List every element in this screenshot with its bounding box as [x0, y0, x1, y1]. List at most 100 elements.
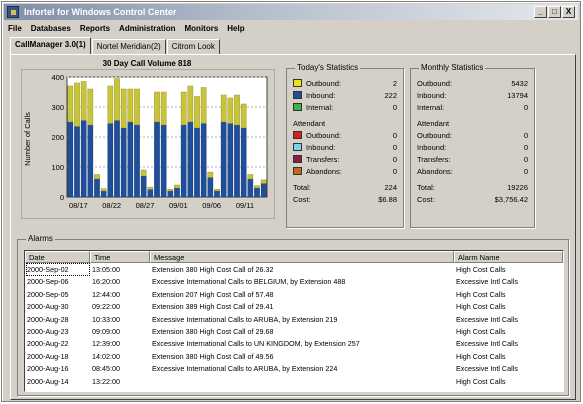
table-row[interactable]: 2000-Sep-02 13:05:00 Extension 380 High Co…	[25, 263, 563, 276]
bar-inbound	[74, 126, 80, 198]
bar-inbound	[147, 189, 154, 198]
monthly-attendant-abandons-value: 0	[523, 167, 528, 176]
today-total-label: Total:	[293, 182, 311, 193]
monthly-outbound-value: 5432	[511, 79, 528, 88]
menu-reports[interactable]: Reports	[80, 22, 110, 36]
bar-outbound	[127, 88, 134, 123]
tab-citrom-look[interactable]: Citrom Look	[166, 39, 220, 54]
menu-file[interactable]: File	[8, 22, 22, 36]
alarm-table[interactable]: Date Time Message Alarm Name 2000-Sep-02…	[24, 250, 564, 392]
bar-inbound	[94, 178, 100, 198]
tab-panel: 30 Day Call Volume 818 Number of Calls 4…	[10, 54, 576, 400]
column-header-date[interactable]: Date	[25, 251, 90, 263]
bar-outbound	[107, 85, 114, 124]
minimize-button[interactable]: _	[534, 6, 547, 18]
today-inbound-label: Inbound:	[293, 90, 335, 101]
bar-outbound	[227, 97, 234, 124]
bar-inbound	[247, 178, 254, 198]
table-row[interactable]: 2000-Aug-14 13:22:00 High Cost Calls	[25, 376, 563, 387]
today-attendant-transfers-label: Transfers:	[293, 154, 339, 165]
today-attendant-inbound-text: Inbound:	[306, 143, 336, 152]
bar-inbound	[194, 127, 200, 198]
bar-inbound	[114, 120, 120, 198]
bar-inbound	[134, 124, 140, 198]
today-attendant-outbound-text: Outbound:	[306, 131, 342, 140]
monthly-statistics-group: Monthly Statistics Outbound: 5432 Inbound:…	[410, 63, 535, 228]
x-tick-label: 08/27	[136, 201, 155, 210]
table-row[interactable]: 2000-Aug-23 09:09:00 Extension 380 High Co…	[25, 326, 563, 337]
monthly-outbound-label: Outbound:	[417, 78, 452, 89]
y-axis-label: Number of Calls	[23, 112, 32, 166]
today-internal-value: 0	[392, 103, 397, 112]
bar-inbound	[254, 187, 260, 198]
monthly-attendant-transfers-value: 0	[523, 155, 528, 164]
cell-message: Excessive International Calls to ARUBA, …	[152, 314, 338, 324]
maximize-button[interactable]: □	[548, 6, 561, 18]
close-button[interactable]: X	[562, 6, 575, 18]
call-volume-chart: Number of Calls 400 300 200 100 0 08/17 08/22 0…	[21, 69, 275, 219]
today-internal-text: Internal:	[306, 103, 334, 112]
monthly-total-value: 19226	[507, 183, 528, 192]
x-tick-label: 09/11	[236, 201, 254, 210]
table-row[interactable]: 2000-Aug-30 09:22:00 Extension 389 High Co…	[25, 301, 563, 312]
table-row[interactable]: 2000-Sep-05 12:44:00 Extension 207 High Co…	[25, 289, 563, 300]
tab-nortel-meridian[interactable]: Nortel Meridian(2)	[91, 39, 166, 54]
cell-time: 12:39:00	[92, 339, 120, 349]
bar-inbound	[180, 124, 187, 198]
table-row[interactable]: 2000-Aug-22 12:39:00 Excessive Internation…	[25, 338, 563, 349]
bar-outbound	[254, 185, 260, 189]
y-tick-label: 0	[60, 193, 64, 202]
bar-outbound	[140, 169, 147, 177]
cell-date: 2000-Aug-22	[27, 339, 69, 349]
x-tick-label: 09/06	[202, 201, 221, 210]
today-cost-value: $6.88	[378, 195, 397, 204]
title-bar[interactable]: Infortel for Windows Control Center _ □ …	[4, 4, 578, 20]
monthly-attendant-abandons-label: Abandons:	[417, 166, 453, 177]
column-header-time[interactable]: Time	[90, 251, 150, 263]
menu-help[interactable]: Help	[227, 22, 244, 36]
today-cost-label: Cost:	[293, 194, 311, 205]
column-header-alarm-name[interactable]: Alarm Name	[454, 251, 563, 263]
monthly-total-label: Total:	[417, 182, 435, 193]
bar-inbound	[160, 124, 167, 198]
cell-message: Extension 380 High Cost Call of 29.68	[152, 327, 274, 336]
bar-inbound	[214, 190, 220, 198]
today-attendant-transfers-value: 0	[392, 155, 397, 164]
monthly-cost-value: $3,756.42	[494, 195, 528, 204]
table-row[interactable]: 2000-Sep-06 16:20:00 Excessive Internation…	[25, 276, 563, 287]
monthly-attendant-outbound-text: Outbound:	[417, 131, 453, 140]
bar-outbound	[134, 88, 140, 126]
bar-inbound	[127, 121, 134, 198]
cell-alarm: High Cost Calls	[456, 376, 506, 386]
bar-outbound	[167, 188, 174, 192]
cell-alarm: High Cost Calls	[456, 302, 506, 312]
today-outbound-label: Outbound:	[293, 78, 341, 89]
cell-message: Excessive International Calls to UN KING…	[152, 339, 360, 349]
menu-databases[interactable]: Databases	[31, 22, 71, 36]
menu-administration[interactable]: Administration	[119, 22, 175, 36]
monthly-attendant-inbound-text: Inbound:	[417, 143, 447, 152]
today-attendant-outbound-value: 0	[392, 131, 397, 140]
tab-callmanager[interactable]: CallManager 3.0(1)	[10, 37, 91, 54]
monthly-internal-label: Internal:	[417, 102, 444, 113]
monthly-outbound-text: Outbound:	[417, 79, 453, 88]
monthly-attendant-abandons-text: Abandons:	[417, 167, 453, 176]
bar-outbound	[220, 94, 227, 123]
legend-swatch	[293, 155, 302, 163]
table-row[interactable]: 2000-Aug-28 10:33:00 Excessive Internation…	[25, 314, 563, 325]
bar-inbound	[140, 175, 147, 198]
column-header-message[interactable]: Message	[150, 251, 454, 263]
cell-date: 2000-Aug-14	[27, 376, 69, 386]
bar-outbound	[260, 179, 267, 184]
menu-monitors[interactable]: Monitors	[185, 22, 219, 36]
alarms-label: Alarms	[26, 234, 55, 243]
today-attendant-heading: Attendant	[293, 119, 326, 128]
monthly-internal-text: Internal:	[417, 103, 445, 112]
table-row[interactable]: 2000-Aug-18 14:02:00 Extension 380 High Co…	[25, 351, 563, 362]
bar-outbound	[100, 188, 107, 192]
bar-inbound	[207, 177, 214, 198]
monthly-attendant-inbound-value: 0	[523, 143, 528, 152]
cell-time: 10:33:00	[92, 314, 120, 324]
table-row[interactable]: 2000-Aug-16 08:45:00 Excessive Internation…	[25, 363, 563, 374]
y-tick-label: 100	[51, 163, 64, 172]
